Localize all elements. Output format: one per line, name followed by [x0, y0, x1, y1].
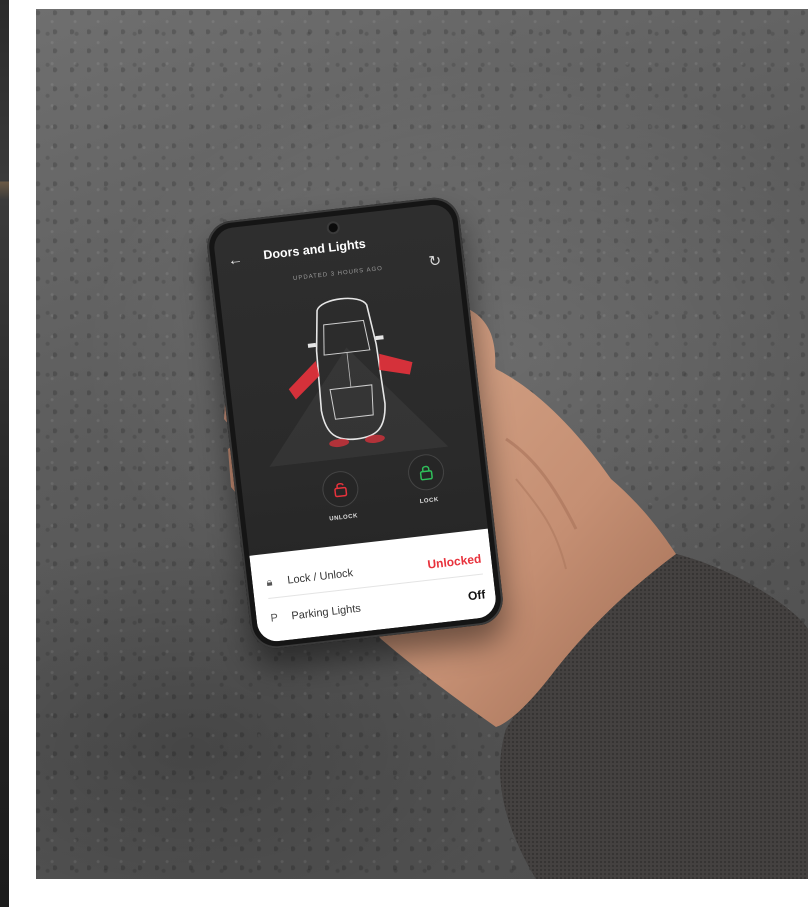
padlock-icon: 🔒︎ [265, 575, 273, 589]
left-background-strip [0, 0, 9, 907]
padlock-open-icon [334, 482, 348, 498]
status-label: Parking Lights [290, 602, 362, 623]
app-screen: ← Doors and Lights UPDATED 3 HOURS AGO ↻ [212, 202, 498, 644]
refresh-icon[interactable]: ↻ [428, 251, 442, 270]
unlock-label: UNLOCK [329, 513, 359, 523]
arrow-left-icon[interactable]: ← [227, 251, 244, 270]
lock-label: LOCK [419, 497, 440, 506]
app-header: ← Doors and Lights [215, 225, 456, 276]
unlock-button[interactable] [321, 470, 360, 508]
photo-background: ← Doors and Lights UPDATED 3 HOURS AGO ↻ [36, 9, 808, 879]
unlock-control[interactable]: UNLOCK [299, 468, 384, 526]
lock-button[interactable] [407, 453, 445, 492]
smartphone: ← Doors and Lights UPDATED 3 HOURS AGO ↻ [204, 195, 506, 651]
parking-lights-icon: P [269, 612, 279, 625]
car-illustration [220, 274, 478, 470]
status-value: Off [467, 587, 487, 604]
front-camera [327, 222, 338, 233]
status-panel: 🔒︎ Lock / Unlock Unlocked P Parking Ligh… [249, 528, 498, 644]
padlock-closed-icon [419, 465, 433, 481]
page-title: Doors and Lights [262, 236, 367, 263]
lock-control[interactable]: LOCK [384, 451, 469, 509]
status-value: Unlocked [426, 551, 482, 572]
